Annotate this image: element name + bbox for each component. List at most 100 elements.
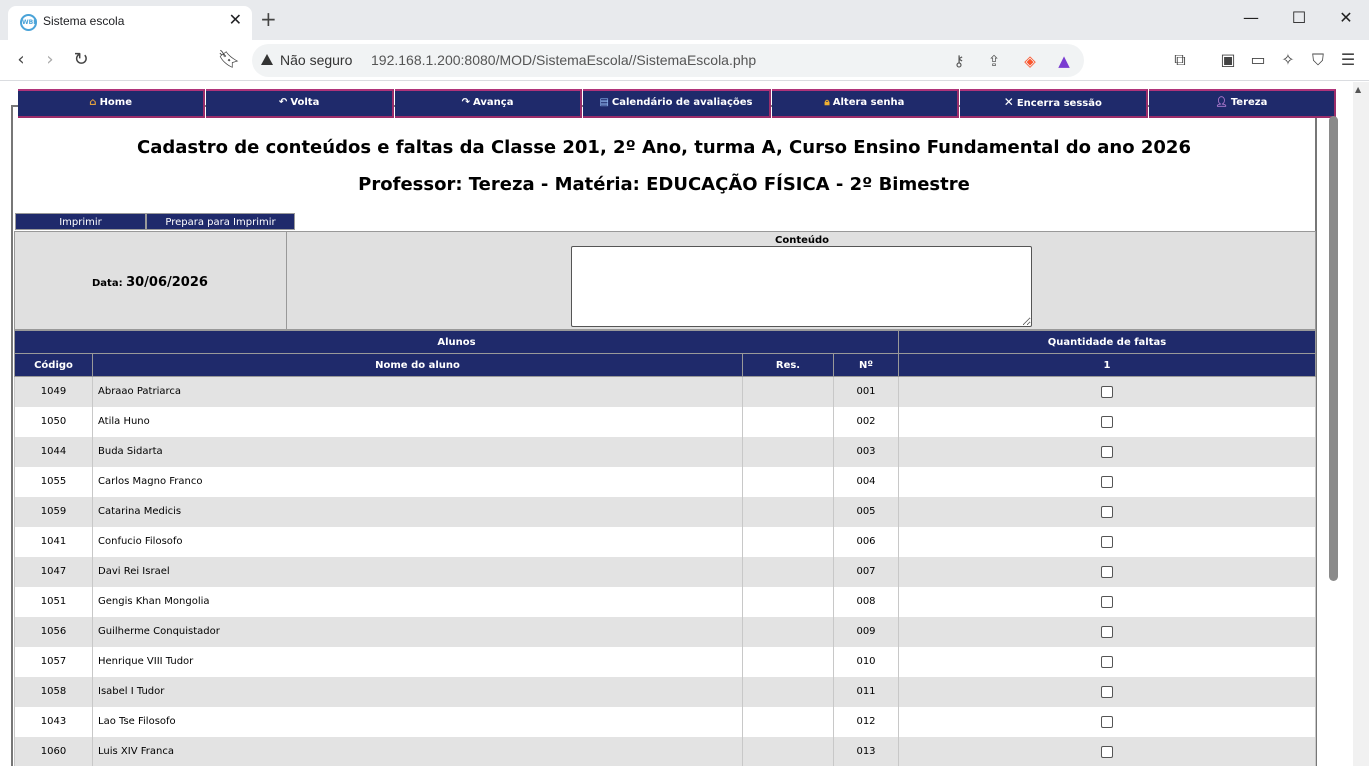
student-code: 1049 — [14, 376, 93, 407]
new-tab-icon[interactable]: + — [260, 7, 277, 31]
absence-cell — [898, 556, 1316, 587]
menu-home[interactable]: ⌂ Home — [18, 89, 206, 118]
address-bar[interactable]: Não seguro 192.168.1.200:8080/MOD/Sistem… — [252, 44, 1084, 77]
student-res — [742, 646, 834, 677]
students-group-header: Alunos — [14, 330, 899, 354]
page-scrollbar[interactable] — [1353, 82, 1369, 766]
page-title: Cadastro de conteúdos e faltas da Classe… — [137, 137, 1191, 158]
absence-checkbox[interactable] — [1101, 715, 1113, 728]
window-close-icon[interactable]: ✕ — [1331, 8, 1361, 32]
absence-cell — [898, 406, 1316, 437]
share-icon[interactable]: ⇪ — [983, 50, 1005, 72]
date-label: Data: 30/06/2026 — [92, 275, 208, 290]
content-textarea[interactable] — [571, 246, 1032, 327]
menu-icon[interactable]: ☰ — [1336, 49, 1360, 73]
absence-checkbox[interactable] — [1101, 685, 1113, 698]
absence-cell — [898, 376, 1316, 407]
back-icon[interactable]: ‹ — [9, 48, 33, 72]
student-res — [742, 466, 834, 497]
student-name: Carlos Magno Franco — [92, 466, 743, 497]
student-number: 001 — [833, 376, 899, 407]
tab-close-icon[interactable]: ✕ — [229, 10, 242, 29]
url-text[interactable]: 192.168.1.200:8080/MOD/SistemaEscola//Si… — [371, 52, 756, 68]
student-res — [742, 496, 834, 527]
student-name: Luis XIV Franca — [92, 736, 743, 766]
brave-rewards-icon[interactable]: ▲ — [1053, 50, 1075, 72]
absence-checkbox[interactable] — [1101, 535, 1113, 548]
menu-change-password[interactable]: 🔒︎ Altera senha — [771, 89, 960, 118]
student-code: 1058 — [14, 676, 93, 707]
menu-back-label: Volta — [290, 97, 320, 108]
sidebar-icon[interactable]: ▣ — [1216, 49, 1240, 73]
date-label-text: Data: — [92, 278, 123, 289]
student-number: 004 — [833, 466, 899, 497]
minimize-icon[interactable]: — — [1236, 8, 1266, 32]
absence-checkbox[interactable] — [1101, 505, 1113, 518]
absence-checkbox[interactable] — [1101, 415, 1113, 428]
absence-checkbox[interactable] — [1101, 385, 1113, 398]
table-row: 1058 Isabel I Tudor 011 — [14, 676, 1316, 707]
table-row: 1057 Henrique VIII Tudor 010 — [14, 646, 1316, 677]
menu-logout[interactable]: ✕ Encerra sessão — [960, 89, 1148, 118]
brave-shield-icon[interactable]: ◈ — [1019, 50, 1041, 72]
student-number: 013 — [833, 736, 899, 766]
student-number: 010 — [833, 646, 899, 677]
student-res — [742, 406, 834, 437]
scroll-up-icon[interactable]: ▲ — [1355, 85, 1361, 94]
table-row: 1060 Luis XIV Franca 013 — [14, 736, 1316, 766]
tab-search-icon[interactable]: ⧉ — [1168, 49, 1192, 73]
student-name: Davi Rei Israel — [92, 556, 743, 587]
browser-toolbar: ‹ › ↻ 🔖︎ Não seguro 192.168.1.200:8080/M… — [0, 40, 1369, 81]
wallet-icon[interactable]: ▭ — [1246, 49, 1270, 73]
absence-checkbox[interactable] — [1101, 445, 1113, 458]
vpn-icon[interactable]: ⛉ — [1306, 49, 1330, 73]
absence-checkbox[interactable] — [1101, 565, 1113, 578]
leo-ai-icon[interactable]: ✧ — [1276, 49, 1300, 73]
reload-icon[interactable]: ↻ — [69, 48, 93, 72]
prepare-print-button[interactable]: Prepara para Imprimir — [146, 213, 295, 230]
student-code: 1043 — [14, 706, 93, 737]
student-code: 1051 — [14, 586, 93, 617]
student-number: 002 — [833, 406, 899, 437]
forward-icon[interactable]: › — [38, 48, 62, 72]
table-row: 1056 Guilherme Conquistador 009 — [14, 616, 1316, 647]
student-code: 1055 — [14, 466, 93, 497]
inner-scrollbar-thumb[interactable] — [1329, 116, 1338, 581]
absence-checkbox[interactable] — [1101, 595, 1113, 608]
browser-tabstrip: WBF Sistema escola ✕ + — ☐ ✕ — [0, 0, 1369, 40]
date-cell: Data: 30/06/2026 — [15, 232, 287, 329]
absence-cell — [898, 736, 1316, 766]
warning-icon — [261, 54, 273, 65]
student-res — [742, 526, 834, 557]
res-column-header: Res. — [742, 353, 834, 377]
student-name: Isabel I Tudor — [92, 676, 743, 707]
student-code: 1041 — [14, 526, 93, 557]
menu-back[interactable]: ↶ Volta — [206, 89, 394, 118]
table-row: 1059 Catarina Medicis 005 — [14, 496, 1316, 527]
menu-user[interactable]: 👤︎ Tereza — [1148, 89, 1336, 118]
top-menu: ⌂ Home ↶ Volta ↷ Avança ▤ Calendário de aval… — [18, 89, 1336, 118]
student-number: 009 — [833, 616, 899, 647]
absence-cell — [898, 646, 1316, 677]
student-number: 012 — [833, 706, 899, 737]
menu-home-label: Home — [99, 97, 133, 108]
name-column-header: Nome do aluno — [92, 353, 743, 377]
absences-group-header: Quantidade de faltas — [898, 330, 1316, 354]
student-number: 008 — [833, 586, 899, 617]
print-button[interactable]: Imprimir — [15, 213, 146, 230]
absence-checkbox[interactable] — [1101, 625, 1113, 638]
absence-checkbox[interactable] — [1101, 655, 1113, 668]
student-name: Buda Sidarta — [92, 436, 743, 467]
browser-tab[interactable]: WBF Sistema escola ✕ — [8, 6, 252, 40]
menu-forward[interactable]: ↷ Avança — [394, 89, 583, 118]
absence-checkbox[interactable] — [1101, 475, 1113, 488]
student-code: 1047 — [14, 556, 93, 587]
security-label[interactable]: Não seguro — [280, 52, 352, 68]
maximize-icon[interactable]: ☐ — [1284, 8, 1314, 32]
bookmark-icon[interactable]: 🔖︎ — [217, 48, 241, 72]
key-icon[interactable]: ⚷ — [948, 50, 970, 72]
page-viewport: ⌂ Home ↶ Volta ↷ Avança ▤ Calendário de aval… — [0, 82, 1369, 766]
menu-calendar[interactable]: ▤ Calendário de avaliações — [583, 89, 771, 118]
absence-checkbox[interactable] — [1101, 745, 1113, 758]
student-code: 1056 — [14, 616, 93, 647]
